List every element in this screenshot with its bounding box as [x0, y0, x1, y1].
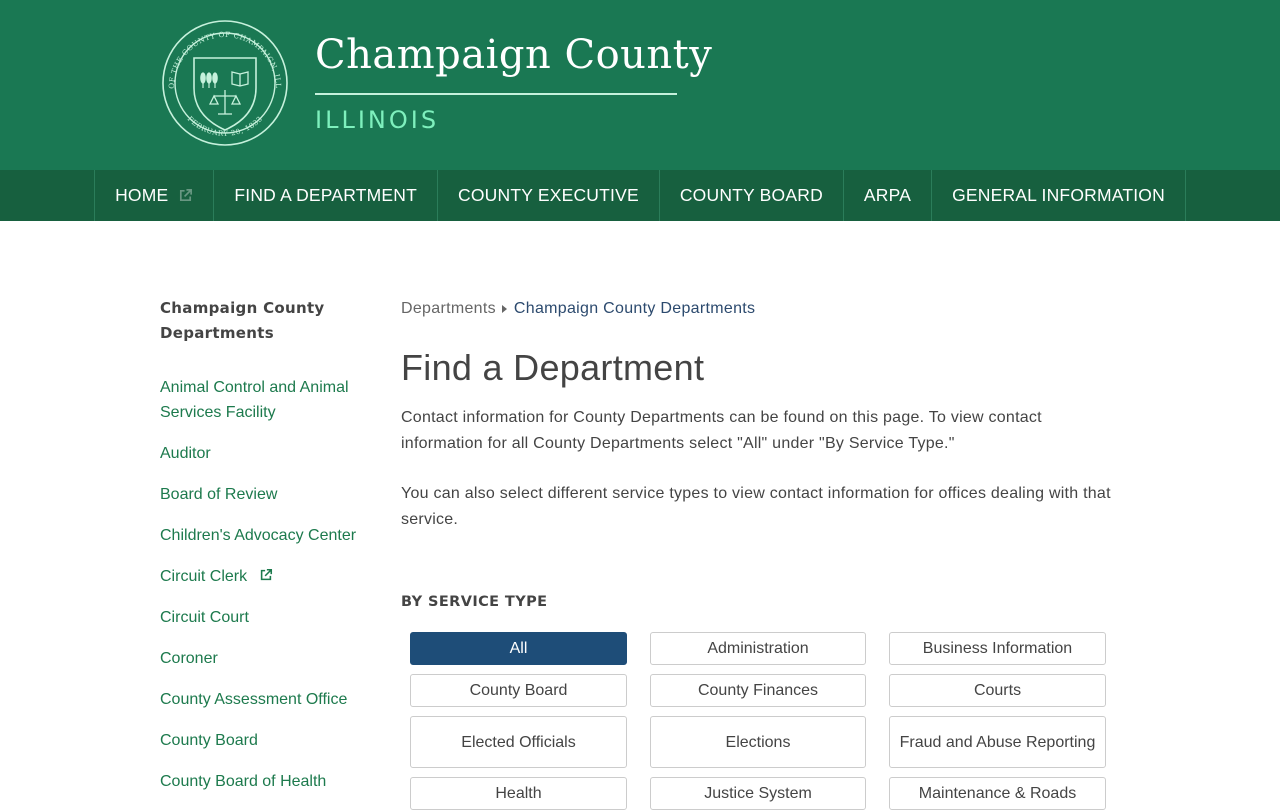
sidebar-link-auditor[interactable]: Auditor	[160, 441, 360, 466]
intro-paragraph: Contact information for County Departmen…	[401, 409, 1042, 452]
site-header: SEAL OF THE COUNTY OF CHAMPAIGN, ILLINOI…	[0, 0, 1280, 170]
external-link-icon	[180, 189, 193, 202]
breadcrumb-current: Champaign County Departments	[513, 300, 756, 317]
sidebar-link-circuit-court[interactable]: Circuit Court	[160, 605, 360, 630]
service-filter-maintenance-and-roads[interactable]: Maintenance & Roads	[889, 777, 1106, 810]
intro-paragraph-secondary: You can also select different service ty…	[401, 485, 1111, 528]
service-type-heading: BY SERVICE TYPE	[401, 594, 548, 610]
service-filter-county-finances[interactable]: County Finances	[650, 674, 866, 707]
sidebar-title: Champaign County Departments	[160, 299, 325, 342]
service-filter-courts[interactable]: Courts	[889, 674, 1106, 707]
breadcrumb-separator-icon	[501, 304, 507, 313]
service-filter-health[interactable]: Health	[410, 777, 627, 810]
external-link-icon	[260, 568, 273, 581]
site-subtitle: ILLINOIS	[315, 106, 440, 134]
sidebar-link-coroner[interactable]: Coroner	[160, 646, 360, 671]
nav-item-home[interactable]: HOME	[95, 170, 215, 221]
sidebar-link-childrens-advocacy-center[interactable]: Children's Advocacy Center	[160, 523, 360, 548]
svg-text:SEAL OF THE COUNTY OF CHAMPAIG: SEAL OF THE COUNTY OF CHAMPAIGN, ILLINOI…	[158, 16, 283, 89]
sidebar-link-circuit-clerk[interactable]: Circuit Clerk	[160, 564, 360, 589]
sidebar-link-county-board-of-health[interactable]: County Board of Health	[160, 769, 360, 794]
nav-item-general-information[interactable]: GENERAL INFORMATION	[932, 170, 1186, 221]
nav-item-arpa[interactable]: ARPA	[844, 170, 933, 221]
service-filter-elected-officials[interactable]: Elected Officials	[410, 716, 627, 768]
main-nav: HOME FIND A DEPARTMENT COUNTY EXECUTIVE …	[0, 170, 1280, 221]
nav-item-find-a-department[interactable]: FIND A DEPARTMENT	[214, 170, 439, 221]
service-filter-county-board[interactable]: County Board	[410, 674, 627, 707]
page-title: Find a Department	[401, 347, 705, 388]
breadcrumb-link-departments[interactable]: Departments	[401, 296, 496, 321]
sidebar-link-animal-control[interactable]: Animal Control and Animal Services Facil…	[160, 375, 360, 425]
svg-text:FEBRUARY 20, 1833: FEBRUARY 20, 1833	[186, 114, 264, 138]
breadcrumb: Departments Champaign County Departments	[401, 296, 1111, 321]
sidebar-link-county-board[interactable]: County Board	[160, 728, 360, 753]
service-type-filter: All Administration Business Information …	[410, 632, 1111, 810]
seal-ring-text: SEAL OF THE COUNTY OF CHAMPAIGN, ILLINOI…	[158, 16, 283, 89]
service-filter-justice-system[interactable]: Justice System	[650, 777, 866, 810]
sidebar-link-county-assessment-office[interactable]: County Assessment Office	[160, 687, 360, 712]
main-nav-list: HOME FIND A DEPARTMENT COUNTY EXECUTIVE …	[94, 170, 1186, 221]
seal-date-text: FEBRUARY 20, 1833	[186, 114, 264, 138]
service-filter-business-information[interactable]: Business Information	[889, 632, 1106, 665]
brand-divider	[315, 93, 677, 95]
sidebar: Champaign County Departments Animal Cont…	[160, 296, 360, 810]
service-filter-administration[interactable]: Administration	[650, 632, 866, 665]
main-content: Departments Champaign County Departments…	[401, 296, 1111, 810]
sidebar-link-board-of-review[interactable]: Board of Review	[160, 482, 360, 507]
nav-item-label: HOME	[115, 185, 169, 205]
brand-block: Champaign County ILLINOIS	[315, 30, 712, 135]
sidebar-link-label: Circuit Clerk	[160, 568, 248, 585]
county-seal-logo[interactable]: SEAL OF THE COUNTY OF CHAMPAIGN, ILLINOI…	[158, 16, 292, 150]
service-filter-fraud-and-abuse-reporting[interactable]: Fraud and Abuse Reporting	[889, 716, 1106, 768]
nav-item-county-executive[interactable]: COUNTY EXECUTIVE	[438, 170, 660, 221]
site-title[interactable]: Champaign County	[315, 30, 712, 80]
service-filter-elections[interactable]: Elections	[650, 716, 866, 768]
service-filter-all[interactable]: All	[410, 632, 627, 665]
nav-item-county-board[interactable]: COUNTY BOARD	[660, 170, 844, 221]
